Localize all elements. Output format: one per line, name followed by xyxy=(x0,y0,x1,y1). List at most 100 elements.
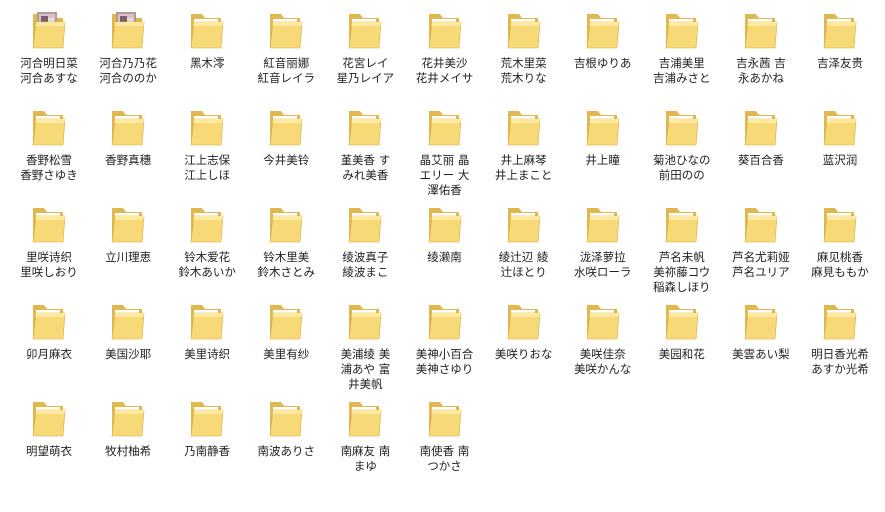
folder-icon xyxy=(267,301,305,343)
folder-item[interactable]: 里咲诗织 里咲しおり xyxy=(10,194,88,290)
folder-icon xyxy=(584,10,622,52)
folder-label: 今井美铃 xyxy=(263,153,310,167)
folder-item[interactable]: 麻见桃香 麻見ももか xyxy=(801,194,879,290)
folder-item[interactable]: 明望萌衣 xyxy=(10,388,88,484)
folder-label: 美咲佳奈 美咲かんな xyxy=(573,347,632,376)
folder-icon xyxy=(346,204,384,246)
folder-item[interactable]: 美里诗织 xyxy=(168,291,246,387)
folder-label: 美国沙耶 xyxy=(105,347,152,361)
folder-icon xyxy=(188,204,226,246)
folder-item[interactable]: 河合乃乃花 河合ののか xyxy=(89,0,167,96)
folder-label: 荒木里菜 荒木りな xyxy=(500,56,547,85)
folder-item[interactable]: 美咲りおな xyxy=(485,291,563,387)
folder-label: 花宮レイ 星乃レイア xyxy=(336,56,395,85)
folder-icon xyxy=(426,10,464,52)
folder-label: 黑木澪 xyxy=(189,56,225,70)
folder-item[interactable]: 荒木里菜 荒木りな xyxy=(485,0,563,96)
folder-item[interactable]: 今井美铃 xyxy=(247,97,325,193)
folder-item[interactable]: 花井美沙 花井メイサ xyxy=(406,0,484,96)
folder-item[interactable]: 堇美香 す みれ美香 xyxy=(326,97,404,193)
folder-item[interactable]: 河合明日菜 河合あすな xyxy=(10,0,88,96)
folder-item[interactable]: 蓝沢润 xyxy=(801,97,879,193)
folder-label: 河合明日菜 河合あすな xyxy=(20,56,78,85)
folder-icon xyxy=(505,204,543,246)
folder-item[interactable]: 美咲佳奈 美咲かんな xyxy=(564,291,642,387)
folder-item[interactable]: 井上瞳 xyxy=(564,97,642,193)
folder-item[interactable]: 吉浦美里 吉浦みさと xyxy=(643,0,721,96)
folder-icon xyxy=(426,107,464,149)
folder-label: 吉泽友贵 xyxy=(817,56,863,70)
folder-label: 吉根ゆりあ xyxy=(573,56,632,70)
folder-item[interactable]: 铃木爱花 鈴木あいか xyxy=(168,194,246,290)
folder-label: 明日香光希 あすか光希 xyxy=(811,347,869,376)
folder-icon xyxy=(30,107,68,149)
folder-label: 美里有纱 xyxy=(263,347,310,361)
folder-item[interactable]: 菊池ひなの 前田のの xyxy=(643,97,721,193)
folder-item[interactable]: 晶艾丽 晶 エリー 大 澤佑香 xyxy=(406,97,484,197)
folder-label: 堇美香 す みれ美香 xyxy=(340,153,391,182)
folder-label: 河合乃乃花 河合ののか xyxy=(99,56,157,85)
folder-item[interactable]: 美园和花 xyxy=(643,291,721,387)
folder-item[interactable]: 美国沙耶 xyxy=(89,291,167,387)
folder-item[interactable]: 香野松雪 香野さゆき xyxy=(10,97,88,193)
folder-item[interactable]: 井上麻琴 井上まこと xyxy=(485,97,563,193)
folder-label: 江上志保 江上しほ xyxy=(184,153,231,182)
folder-icon xyxy=(346,398,384,440)
folder-icon xyxy=(426,204,464,246)
folder-item[interactable]: 紅音丽娜 紅音レイラ xyxy=(247,0,325,96)
folder-grid: 河合明日菜 河合あすな 河合乃乃花 河合ののか 黑木澪 紅音丽娜 紅音レイラ 花宮レイ … xyxy=(0,0,885,512)
folder-icon xyxy=(188,107,226,149)
folder-item[interactable]: 江上志保 江上しほ xyxy=(168,97,246,193)
folder-item[interactable]: 泷泽萝拉 水咲ローラ xyxy=(564,194,642,290)
folder-item[interactable]: 黑木澪 xyxy=(168,0,246,96)
folder-label: 南麻友 南 まゆ xyxy=(340,444,391,473)
folder-item[interactable]: 明日香光希 あすか光希 xyxy=(801,291,879,387)
folder-label: 美里诗织 xyxy=(184,347,231,361)
folder-item[interactable]: 卯月麻衣 xyxy=(10,291,88,387)
folder-item[interactable]: 乃南静香 xyxy=(168,388,246,484)
folder-item[interactable]: 南麻友 南 まゆ xyxy=(326,388,404,484)
folder-item[interactable]: 绫辻辺 綾 辻ほとり xyxy=(485,194,563,290)
folder-icon xyxy=(30,398,68,440)
folder-item[interactable]: 绫波真子 綾波まこ xyxy=(326,194,404,290)
folder-item[interactable]: 葵百合香 xyxy=(722,97,800,193)
folder-item[interactable]: 吉根ゆりあ xyxy=(564,0,642,96)
folder-label: 明望萌衣 xyxy=(26,444,72,458)
folder-icon xyxy=(505,10,543,52)
folder-label: 美雲あい梨 xyxy=(732,347,790,361)
folder-item[interactable]: 南波ありさ xyxy=(247,388,325,484)
folder-icon xyxy=(109,204,147,246)
folder-label: 葵百合香 xyxy=(737,153,784,167)
folder-icon xyxy=(505,107,543,149)
folder-item[interactable]: 吉泽友贵 xyxy=(801,0,879,96)
folder-label: 蓝沢润 xyxy=(822,153,858,167)
folder-item[interactable]: 美里有纱 xyxy=(247,291,325,387)
folder-photo-icon xyxy=(30,10,68,52)
folder-icon xyxy=(109,107,147,149)
folder-icon xyxy=(188,10,226,52)
folder-icon xyxy=(30,301,68,343)
folder-item[interactable]: 香野真穗 xyxy=(89,97,167,193)
folder-item[interactable]: 牧村柚希 xyxy=(89,388,167,484)
folder-label: 香野松雪 香野さゆき xyxy=(20,153,78,182)
folder-item[interactable]: 芦名未帆 美祢藤コウ 稲森しほり xyxy=(643,194,721,294)
folder-label: 菊池ひなの 前田のの xyxy=(653,153,711,182)
folder-icon xyxy=(267,398,305,440)
folder-label: 芦名未帆 美祢藤コウ 稲森しほり xyxy=(653,250,711,294)
folder-item[interactable]: 南使香 南 つかさ xyxy=(406,388,484,484)
folder-item[interactable]: 绫濑南 xyxy=(406,194,484,290)
folder-item[interactable]: 美雲あい梨 xyxy=(722,291,800,387)
folder-item[interactable]: 美神小百合 美神さゆり xyxy=(406,291,484,387)
folder-item[interactable]: 立川理恵 xyxy=(89,194,167,290)
folder-icon xyxy=(346,107,384,149)
folder-item[interactable]: 铃木里美 鈴木さとみ xyxy=(247,194,325,290)
folder-icon xyxy=(821,204,859,246)
folder-item[interactable]: 芦名尤莉娅 芦名ユリア xyxy=(722,194,800,290)
folder-label: 立川理恵 xyxy=(105,250,152,264)
folder-item[interactable]: 美浦绫 美 浦あや 富 井美帆 xyxy=(326,291,404,391)
folder-photo-icon xyxy=(109,10,147,52)
folder-label: 芦名尤莉娅 芦名ユリア xyxy=(732,250,790,279)
folder-icon xyxy=(267,10,305,52)
folder-item[interactable]: 吉永茜 吉 永あかね xyxy=(722,0,800,96)
folder-item[interactable]: 花宮レイ 星乃レイア xyxy=(326,0,404,96)
